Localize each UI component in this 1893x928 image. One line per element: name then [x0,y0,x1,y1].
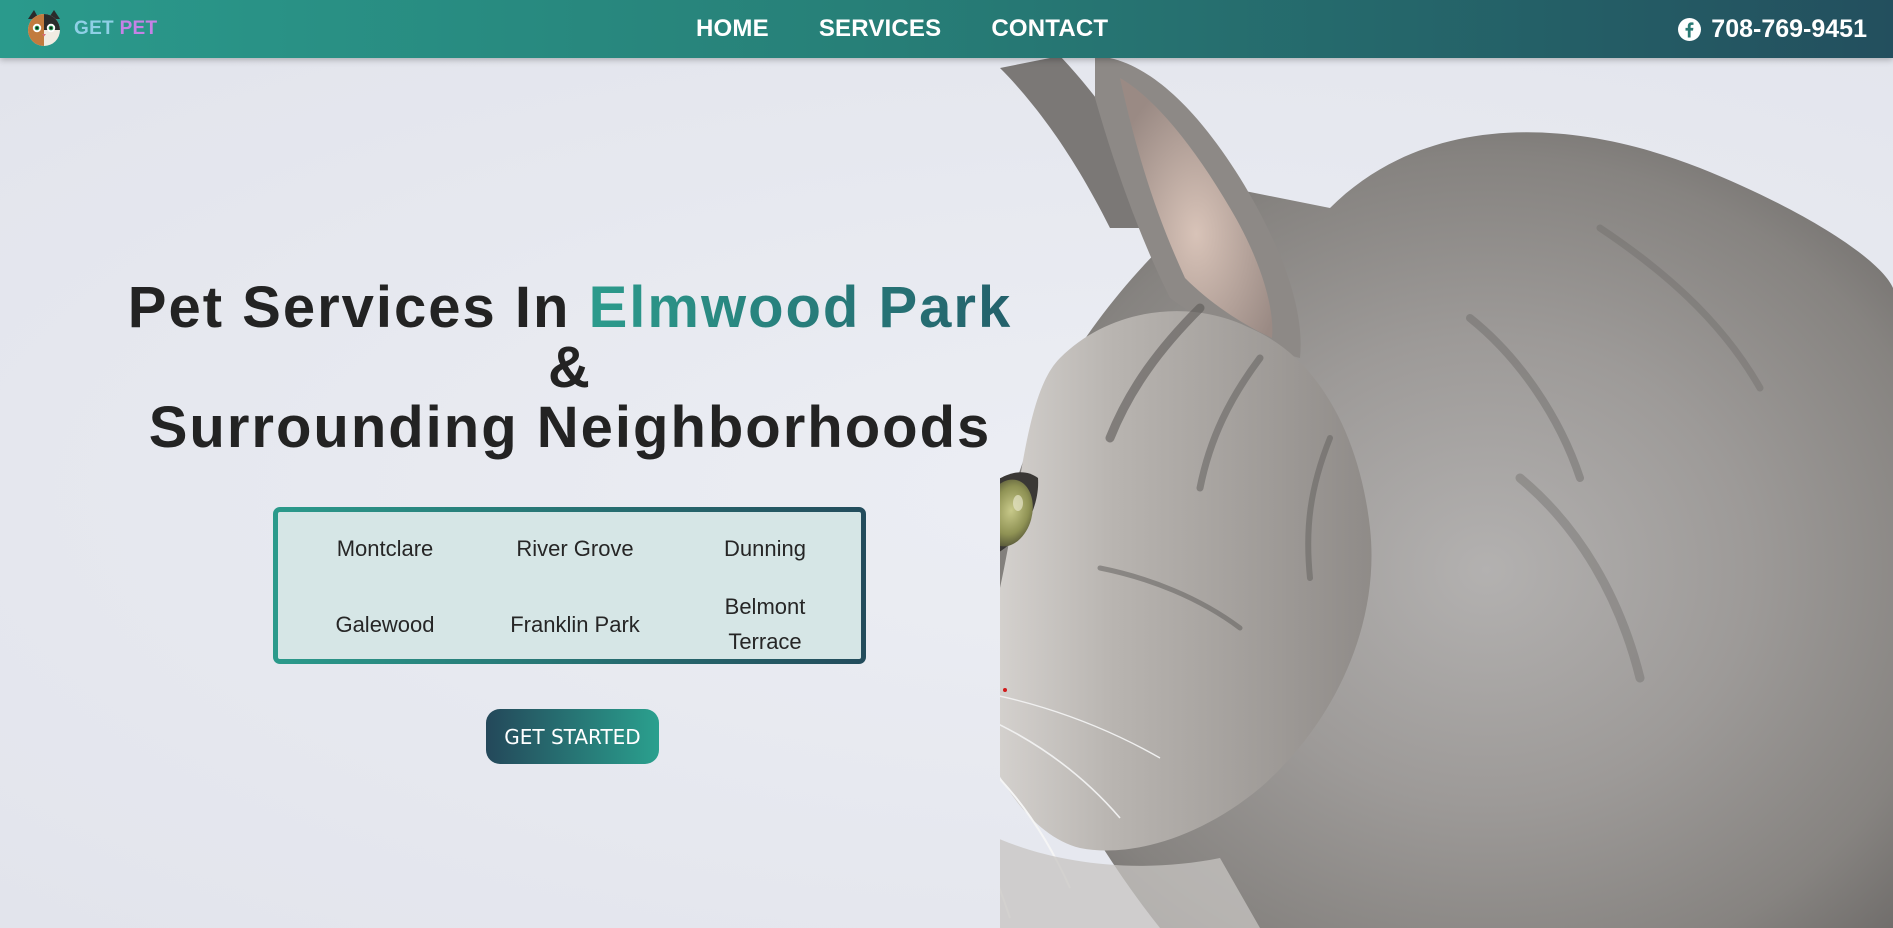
get-started-button[interactable]: GET STARTED [486,709,659,764]
brand-name: GET PET [74,18,157,40]
main-nav: HOME SERVICES CONTACT [696,0,1158,58]
phone-link[interactable]: 708-769-9451 [1678,0,1867,58]
cat-logo-icon [24,9,64,49]
area-dunning: Dunning [724,536,806,561]
site-header: GET PET HOME SERVICES CONTACT 708-769-94… [0,0,1893,58]
hero-headline: Pet Services In Elmwood Park & Surroundi… [60,278,1080,458]
area-river-grove: River Grove [516,536,634,561]
nav-item-contact[interactable]: CONTACT [991,15,1108,43]
headline-ampersand: & [548,335,592,400]
cat-photo [1000,58,1893,928]
nav-item-home[interactable]: HOME [696,15,769,43]
area-galewood: Galewood [335,612,435,637]
brand-name-get: GET [74,18,114,39]
area-franklin-park: Franklin Park [510,612,640,637]
neighborhood-list: Montclare River Grove Dunning Galewood F… [273,507,866,664]
headline-accent: Elmwood Park [588,275,1013,340]
red-dot-marker [1003,688,1007,692]
brand-logo-link[interactable]: GET PET [24,9,157,49]
phone-number: 708-769-9451 [1711,14,1867,43]
area-belmont-terrace: Belmont Terrace [724,594,806,654]
brand-name-pet: PET [119,18,158,39]
headline-prefix: Pet Services In [127,275,589,340]
headline-subtitle: Surrounding Neighborhoods [148,395,992,460]
facebook-icon[interactable] [1678,17,1702,41]
nav-item-services[interactable]: SERVICES [819,15,942,43]
area-montclare: Montclare [336,536,434,561]
